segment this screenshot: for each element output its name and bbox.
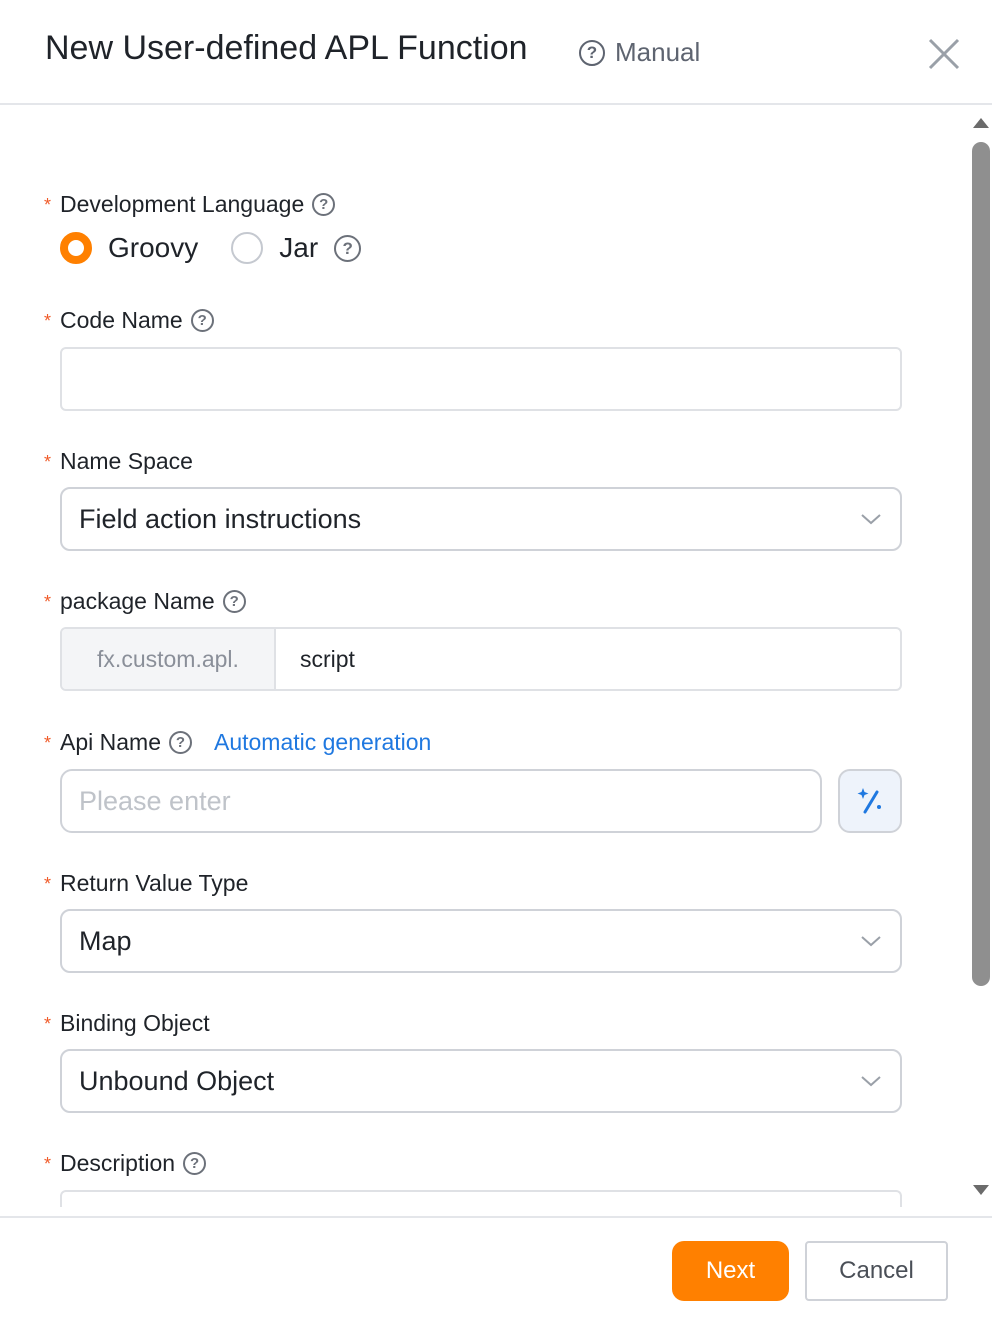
return-value-type-label: * Return Value Type [44,870,249,896]
help-icon[interactable]: ? [312,193,336,216]
package-prefix: fx.custom.apl. [62,629,276,689]
help-icon[interactable]: ? [334,234,362,262]
code-name-label: * Code Name ? [44,307,214,334]
form-body: * Development Language ? Groovy Jar ? * … [0,107,992,1207]
return-value-type-value: Map [79,925,132,956]
help-icon[interactable]: ? [183,1152,207,1175]
cancel-button[interactable]: Cancel [805,1241,948,1301]
scroll-up-arrow[interactable] [973,118,989,128]
manual-link[interactable]: ? Manual [579,37,700,68]
radio-jar-label: Jar [279,232,319,263]
api-name-placeholder: Please enter [79,785,231,816]
automatic-generation-link[interactable]: Automatic generation [214,729,431,756]
manual-label: Manual [615,37,701,67]
required-mark: * [44,195,52,215]
radio-groovy-label: Groovy [108,232,199,263]
dialog-title: New User-defined APL Function [45,29,528,67]
help-icon: ? [579,39,605,66]
binding-object-value: Unbound Object [79,1065,275,1096]
radio-groovy[interactable] [60,232,92,264]
package-value[interactable]: script [276,629,900,689]
help-icon[interactable]: ? [222,590,246,613]
name-space-select[interactable]: Field action instructions [60,487,902,551]
dialog-header: New User-defined APL Function ? Manual [0,0,992,105]
magic-wand-icon [857,788,881,814]
api-name-input[interactable]: Please enter [60,769,822,833]
chevron-down-icon [861,1076,881,1087]
code-name-input[interactable] [60,347,902,411]
chevron-down-icon [861,936,881,947]
chevron-down-icon [861,514,881,525]
binding-object-label: * Binding Object [44,1010,210,1036]
package-name-label: * package Name ? [44,588,246,615]
close-icon[interactable] [926,36,962,72]
description-label: * Description ? [44,1150,207,1177]
next-button[interactable]: Next [672,1241,789,1301]
binding-object-select[interactable]: Unbound Object [60,1049,902,1113]
description-input[interactable] [60,1190,902,1207]
dialog: New User-defined APL Function ? Manual *… [0,0,992,1318]
scroll-down-arrow[interactable] [973,1185,989,1195]
name-space-value: Field action instructions [79,503,362,534]
language-radio-group: Groovy Jar ? [60,232,362,264]
radio-jar[interactable] [231,232,264,264]
magic-generate-button[interactable] [838,769,902,833]
dialog-footer: Next Cancel [0,1216,992,1318]
development-language-label: * Development Language ? [44,191,336,218]
name-space-label: * Name Space [44,448,193,474]
return-value-type-select[interactable]: Map [60,909,902,973]
help-icon[interactable]: ? [168,731,192,754]
api-name-label: * Api Name ? Automatic generation [44,729,432,756]
scrollbar-thumb[interactable] [972,142,990,986]
help-icon[interactable]: ? [190,309,214,332]
package-name-input[interactable]: fx.custom.apl. script [60,627,902,691]
